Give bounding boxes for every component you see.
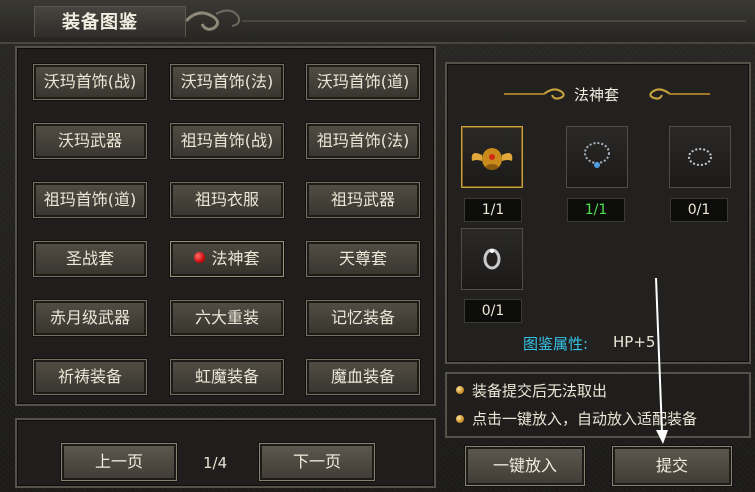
category-button-zuma-armor[interactable]: 祖玛衣服 — [170, 182, 284, 218]
title-ornament — [186, 9, 746, 31]
codex-attribute-label: 图鉴属性: — [523, 335, 589, 353]
set-item-slot-necklace[interactable] — [566, 126, 628, 188]
set-item-count-bracelet: 0/1 — [670, 198, 728, 222]
set-item-count-helmet: 1/1 — [464, 198, 522, 222]
bracelet-icon — [688, 148, 712, 166]
category-button-zuma-jewelry-taoist[interactable]: 祖玛首饰(道) — [33, 182, 147, 218]
category-panel — [15, 46, 436, 406]
page-indicator: 1/4 — [203, 454, 228, 472]
category-button-red-moon-weapon[interactable]: 赤月级武器 — [33, 300, 147, 336]
category-button-heavenly-set[interactable]: 天尊套 — [306, 241, 420, 277]
category-button-label: 法神套 — [211, 249, 260, 268]
tip-bullet-icon — [456, 386, 464, 394]
category-button-prayer-gear[interactable]: 祈祷装备 — [33, 359, 147, 395]
category-button-zuma-jewelry-warrior[interactable]: 祖玛首饰(战) — [170, 123, 284, 159]
winged-helmet-icon — [471, 148, 513, 170]
prev-page-button[interactable]: 上一页 — [61, 443, 177, 481]
submit-button[interactable]: 提交 — [612, 446, 732, 486]
set-item-count-ring: 0/1 — [464, 299, 522, 323]
set-item-slot-ring[interactable] — [461, 228, 523, 290]
codex-attribute-value: HP+5 — [613, 333, 656, 351]
category-button-six-heavy-gear[interactable]: 六大重装 — [170, 300, 284, 336]
category-button-memory-gear[interactable]: 记忆装备 — [306, 300, 420, 336]
category-button-womar-jewelry-taoist[interactable]: 沃玛首饰(道) — [306, 64, 420, 100]
title-right-ornament — [649, 88, 710, 100]
set-title: 法神套 — [574, 86, 620, 104]
ring-icon — [483, 248, 501, 270]
auto-fill-button[interactable]: 一键放入 — [465, 446, 585, 486]
tip-bullet-icon — [456, 415, 464, 423]
set-item-slot-helmet[interactable] — [461, 126, 523, 188]
set-item-count-necklace: 1/1 — [567, 198, 625, 222]
window-title: 装备图鉴 — [62, 12, 138, 33]
title-left-ornament — [504, 88, 565, 100]
category-button-zuma-weapon[interactable]: 祖玛武器 — [306, 182, 420, 218]
next-page-button[interactable]: 下一页 — [259, 443, 375, 481]
category-button-rainbow-demon-gear[interactable]: 虹魔装备 — [170, 359, 284, 395]
title-bar: 装备图鉴 — [0, 0, 755, 44]
category-button-womar-jewelry-mage[interactable]: 沃玛首饰(法) — [170, 64, 284, 100]
equipment-codex-window: 装备图鉴 沃玛首饰(战) 沃玛首饰(法) 沃玛首饰(道) 沃玛武器 祖玛首饰(战… — [0, 0, 755, 492]
necklace-icon — [584, 142, 610, 168]
category-button-womar-weapon[interactable]: 沃玛武器 — [33, 123, 147, 159]
category-button-holy-war-set[interactable]: 圣战套 — [33, 241, 147, 277]
category-button-womar-jewelry-warrior[interactable]: 沃玛首饰(战) — [33, 64, 147, 100]
category-button-zuma-jewelry-mage[interactable]: 祖玛首饰(法) — [306, 123, 420, 159]
tip-text: 装备提交后无法取出 — [472, 382, 608, 400]
set-item-slot-bracelet[interactable] — [669, 126, 731, 188]
selected-dot-icon — [194, 252, 206, 263]
category-button-mage-god-set[interactable]: 法神套 — [170, 241, 284, 277]
tip-text: 点击一键放入，自动放入适配装备 — [472, 410, 698, 428]
category-button-blood-demon-gear[interactable]: 魔血装备 — [306, 359, 420, 395]
